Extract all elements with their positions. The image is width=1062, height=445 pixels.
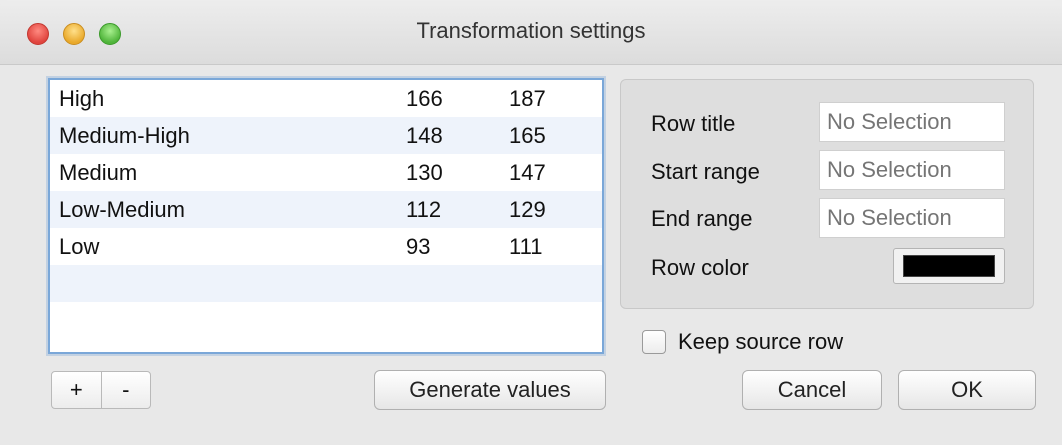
- table-row[interactable]: High 166 187: [50, 80, 602, 117]
- add-row-button[interactable]: +: [52, 372, 101, 408]
- table-row-empty: [50, 302, 602, 339]
- row-end-cell: 129: [509, 197, 546, 222]
- keep-source-row-checkbox[interactable]: [642, 330, 666, 354]
- row-start-cell: 112: [406, 197, 442, 222]
- cancel-button[interactable]: Cancel: [742, 370, 882, 410]
- row-end-cell: 187: [509, 86, 546, 111]
- row-end-cell: 147: [509, 160, 546, 185]
- add-remove-segmented-control: + -: [51, 371, 151, 409]
- title-bar: Transformation settings: [0, 0, 1062, 65]
- remove-row-button[interactable]: -: [100, 372, 151, 408]
- row-start-cell: 148: [406, 123, 443, 148]
- row-title-cell: Medium-High: [59, 123, 190, 148]
- table-row[interactable]: Low 93 111: [50, 228, 602, 265]
- row-title-cell: Low: [59, 234, 100, 259]
- transformation-settings-window: Transformation settings High 166 187 Med…: [0, 0, 1062, 445]
- row-title-cell: Medium: [59, 160, 138, 185]
- table-row-empty: [50, 265, 602, 302]
- row-start-cell: 130: [406, 160, 443, 185]
- end-range-label: End range: [651, 206, 753, 231]
- row-title-label: Row title: [651, 111, 736, 136]
- window-title: Transformation settings: [416, 18, 646, 43]
- ranges-table[interactable]: High 166 187 Medium-High 148 165 Medium …: [48, 78, 604, 354]
- row-start-cell: 93: [406, 234, 431, 259]
- start-range-label: Start range: [651, 159, 760, 184]
- row-color-well[interactable]: [893, 248, 1005, 284]
- row-details-group: Row title Start range End range Row colo…: [620, 79, 1034, 309]
- row-start-cell: 166: [406, 86, 443, 111]
- table-row[interactable]: Medium 130 147: [50, 154, 602, 191]
- row-end-cell: 111: [509, 234, 543, 259]
- keep-source-row-label: Keep source row: [678, 329, 844, 354]
- row-color-swatch: [903, 255, 995, 277]
- end-range-input[interactable]: [819, 198, 1005, 238]
- row-color-label: Row color: [651, 255, 749, 280]
- row-title-cell: High: [59, 86, 105, 111]
- row-title-cell: Low-Medium: [59, 197, 185, 222]
- table-row[interactable]: Medium-High 148 165: [50, 117, 602, 154]
- ok-button[interactable]: OK: [898, 370, 1036, 410]
- start-range-input[interactable]: [819, 150, 1005, 190]
- generate-values-button[interactable]: Generate values: [374, 370, 606, 410]
- table-row[interactable]: Low-Medium 112 129: [50, 191, 602, 228]
- keep-source-row-option[interactable]: Keep source row: [642, 328, 843, 356]
- row-end-cell: 165: [509, 123, 546, 148]
- row-title-input[interactable]: [819, 102, 1005, 142]
